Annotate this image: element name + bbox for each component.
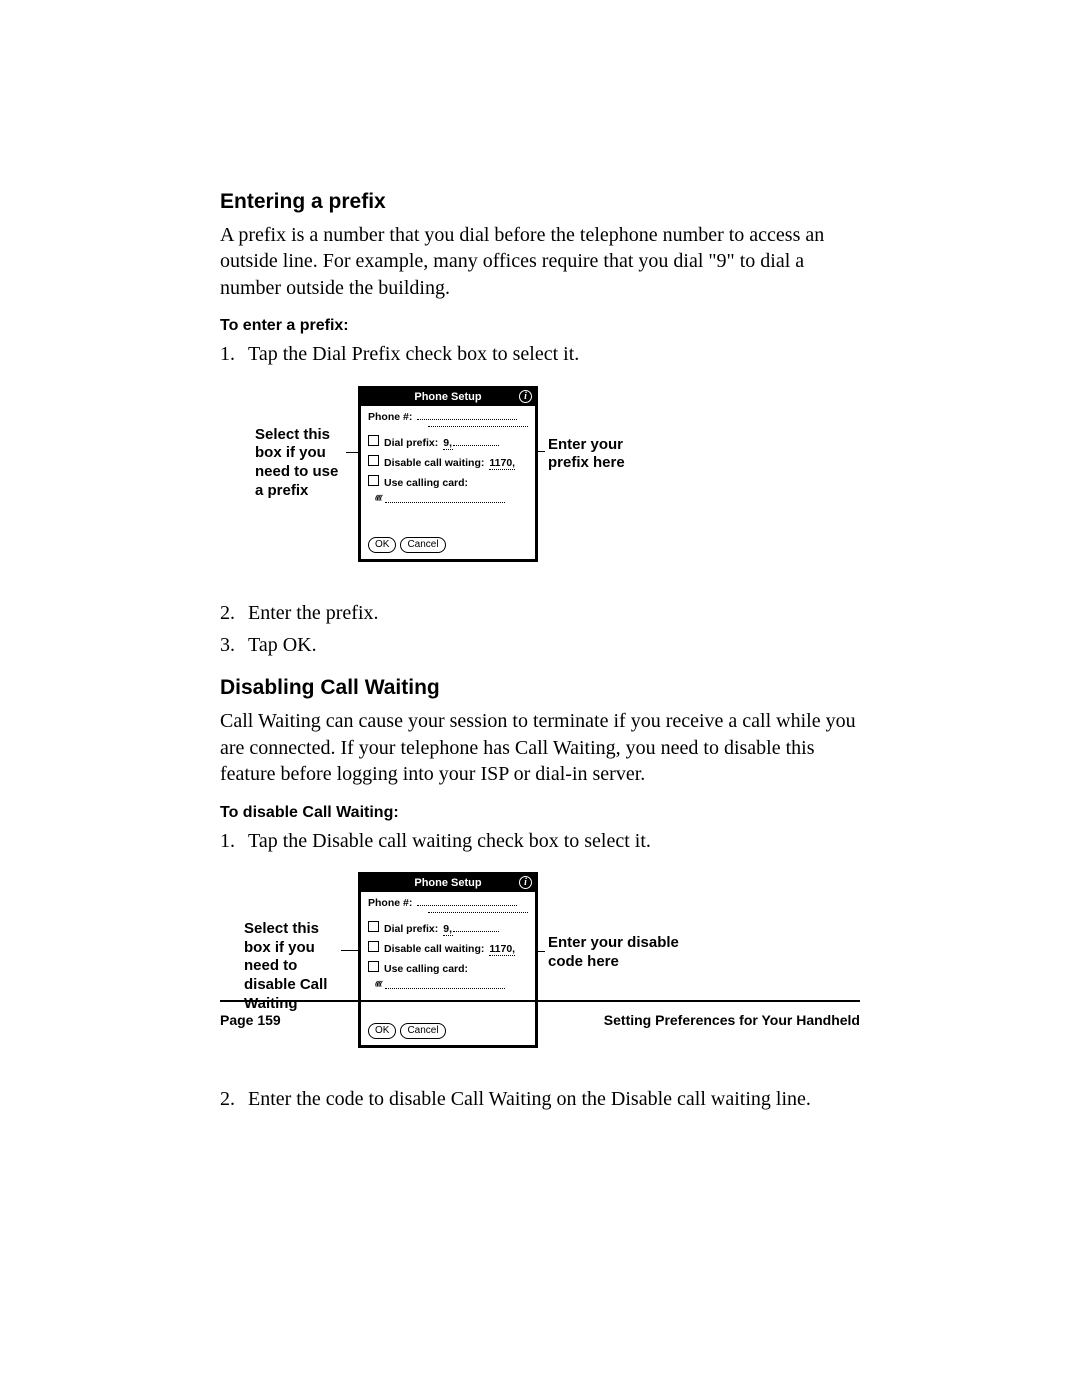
card-field[interactable]	[385, 502, 505, 503]
section2-subhead: To disable Call Waiting:	[220, 804, 860, 822]
figure1-callout-left: Select this box if you need to use a pre…	[255, 426, 338, 501]
dial-prefix-checkbox[interactable]	[368, 435, 379, 446]
footer-title: Setting Preferences for Your Handheld	[604, 1012, 860, 1028]
section1-title: Entering a prefix	[220, 190, 860, 214]
section1-intro: A prefix is a number that you dial befor…	[220, 222, 860, 301]
section1-step1: Tap the Dial Prefix check box to select …	[220, 341, 860, 367]
ok-button[interactable]: OK	[368, 537, 396, 553]
dial-prefix-checkbox-2[interactable]	[368, 921, 379, 932]
dial-prefix-row: Dial prefix: 9,	[368, 435, 528, 450]
figure2-callout-right: Enter your disable code here	[548, 934, 679, 972]
use-card-row: Use calling card:	[368, 475, 528, 489]
phone-setup-dialog: Phone Setup i Phone #: Dial prefix: 9,	[358, 386, 538, 562]
card-line: ⁽⁽⁽⁽	[368, 494, 528, 506]
dial-prefix-value-2[interactable]: 9,	[443, 923, 499, 936]
section1-step2: Enter the prefix.	[220, 600, 860, 626]
dialog-title-2: Phone Setup i	[361, 875, 535, 892]
figure1-callout-right: Enter your prefix here	[548, 436, 625, 474]
section1-step3: Tap OK.	[220, 632, 860, 658]
info-icon-2[interactable]: i	[519, 876, 532, 889]
dialog-title: Phone Setup i	[361, 389, 535, 406]
disable-cw-value[interactable]: 1170,	[489, 457, 515, 470]
use-card-checkbox[interactable]	[368, 475, 379, 486]
phone-number-row: Phone #:	[368, 411, 528, 423]
footer-rule	[220, 1000, 860, 1002]
dial-prefix-value[interactable]: 9,	[443, 437, 499, 450]
phone-number-field[interactable]	[417, 419, 517, 420]
section2-step1: Tap the Disable call waiting check box t…	[220, 828, 860, 854]
phone-number-field-b2[interactable]	[428, 912, 528, 913]
section2-intro: Call Waiting can cause your session to t…	[220, 708, 860, 787]
section1-subhead: To enter a prefix:	[220, 317, 860, 335]
use-card-checkbox-2[interactable]	[368, 961, 379, 972]
info-icon[interactable]: i	[519, 390, 532, 403]
section2-step2: Enter the code to disable Call Waiting o…	[220, 1086, 860, 1112]
phone-number-field-b[interactable]	[417, 905, 517, 906]
disable-cw-value-2[interactable]: 1170,	[489, 943, 515, 956]
section2-title: Disabling Call Waiting	[220, 676, 860, 700]
phone-number-field-2[interactable]	[428, 426, 528, 427]
figure-cw: Select this box if you need to disable C…	[220, 872, 860, 1072]
disable-cw-checkbox[interactable]	[368, 455, 379, 466]
disable-cw-row: Disable call waiting: 1170,	[368, 455, 528, 470]
card-field-2[interactable]	[385, 988, 505, 989]
disable-cw-checkbox-2[interactable]	[368, 941, 379, 952]
figure-prefix: Select this box if you need to use a pre…	[220, 386, 860, 586]
cancel-button[interactable]: Cancel	[400, 537, 445, 553]
footer-page: Page 159	[220, 1012, 281, 1028]
